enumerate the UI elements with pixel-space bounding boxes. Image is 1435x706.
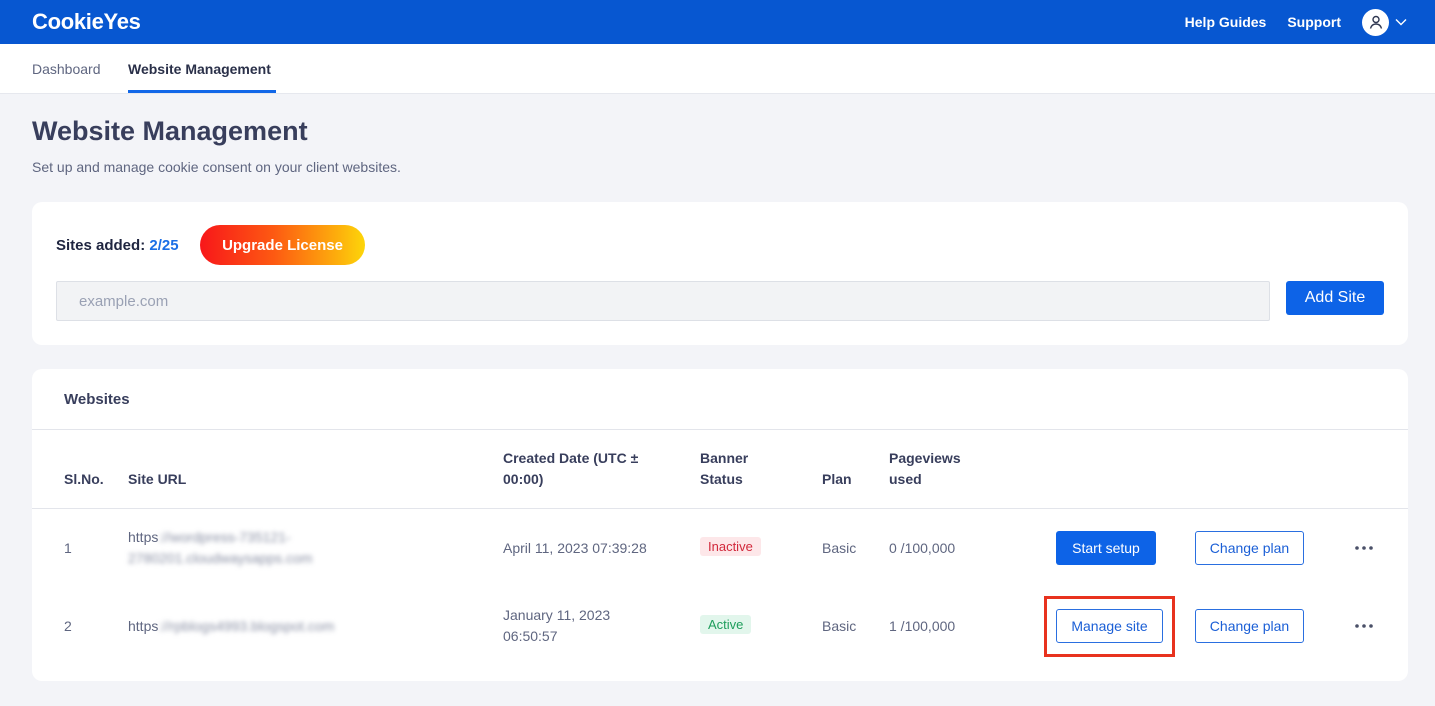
column-header-pageviews-line1: Pageviews — [889, 450, 961, 466]
row-1-url-blurred: ://wordpress-735121- — [158, 529, 291, 545]
page-title: Website Management — [32, 116, 308, 146]
status-badge-active: Active — [700, 615, 752, 634]
column-header-pageviews: Pageviews used — [889, 448, 961, 490]
column-header-site-url: Site URL — [128, 471, 187, 487]
active-tab-indicator — [128, 90, 276, 93]
row-1-site-url: https://wordpress-735121- 2780201.cloudw… — [128, 527, 488, 569]
row-2-url-prefix: https — [128, 618, 159, 634]
add-site-card: Sites added: 2/25 Upgrade License Add Si… — [32, 202, 1408, 345]
row-1-url-blurred-line2: 2780201.cloudwaysapps.com — [128, 550, 313, 566]
divider — [32, 429, 1408, 430]
cookieyes-logo[interactable]: CookieYes — [32, 9, 141, 35]
top-bar: CookieYes Help Guides Support — [0, 0, 1435, 44]
sites-added-label: Sites added: 2/25 — [56, 237, 179, 254]
row-2-created-line2: 06:50:57 — [503, 628, 558, 644]
row-1-slno: 1 — [64, 540, 72, 556]
column-header-plan: Plan — [822, 471, 852, 487]
row-1-plan: Basic — [822, 540, 857, 556]
column-header-created-line2: 00:00) — [503, 471, 544, 487]
manage-site-button[interactable]: Manage site — [1056, 609, 1163, 643]
websites-card: Websites Sl.No. Site URL Created Date (U… — [32, 369, 1408, 681]
page-subtitle: Set up and manage cookie consent on your… — [32, 159, 401, 175]
chevron-down-icon[interactable] — [1395, 18, 1407, 26]
column-header-banner-line1: Banner — [700, 450, 749, 466]
row-1-created-date: April 11, 2023 07:39:28 — [503, 540, 647, 556]
tab-dashboard[interactable]: Dashboard — [32, 61, 101, 77]
user-icon[interactable] — [1362, 8, 1389, 36]
start-setup-button[interactable]: Start setup — [1056, 531, 1156, 565]
row-2-url-blurred: ://rpblogs4993.blogspot.com — [158, 618, 335, 634]
add-site-button[interactable]: Add Site — [1286, 281, 1384, 315]
row-2-plan: Basic — [822, 618, 857, 634]
sites-added-text: Sites added: — [56, 237, 146, 254]
websites-title: Websites — [64, 391, 130, 408]
column-header-created-line1: Created Date (UTC ± — [503, 450, 639, 466]
status-badge-inactive: Inactive — [700, 537, 761, 556]
column-header-banner-line2: Status — [700, 471, 743, 487]
site-url-input[interactable] — [56, 281, 1270, 321]
column-header-slno: Sl.No. — [64, 471, 104, 487]
row-2-created-date: January 11, 2023 06:50:57 — [503, 605, 610, 647]
divider — [32, 508, 1408, 509]
help-guides-link[interactable]: Help Guides — [1185, 14, 1267, 30]
tab-bar: Dashboard Website Management — [0, 44, 1435, 94]
row-2-created-line1: January 11, 2023 — [503, 607, 611, 623]
change-plan-button[interactable]: Change plan — [1195, 609, 1304, 643]
column-header-created-date: Created Date (UTC ± 00:00) — [503, 448, 638, 490]
row-1-pageviews: 0 /100,000 — [889, 540, 956, 556]
row-2-site-url: https://rpblogs4993.blogspot.com — [128, 616, 488, 637]
more-options-icon[interactable] — [1352, 618, 1376, 634]
row-2-slno: 2 — [64, 618, 72, 634]
upgrade-license-button[interactable]: Upgrade License — [200, 225, 365, 265]
more-options-icon[interactable] — [1352, 540, 1376, 556]
sites-added-count: 2/25 — [149, 237, 179, 254]
row-1-url-prefix: https — [128, 529, 159, 545]
column-header-banner-status: Banner Status — [700, 448, 748, 490]
top-nav: Help Guides Support — [1185, 0, 1407, 44]
change-plan-button[interactable]: Change plan — [1195, 531, 1304, 565]
support-link[interactable]: Support — [1287, 14, 1341, 30]
column-header-pageviews-line2: used — [889, 471, 922, 487]
tab-website-management[interactable]: Website Management — [128, 61, 271, 77]
row-2-pageviews: 1 /100,000 — [889, 618, 956, 634]
